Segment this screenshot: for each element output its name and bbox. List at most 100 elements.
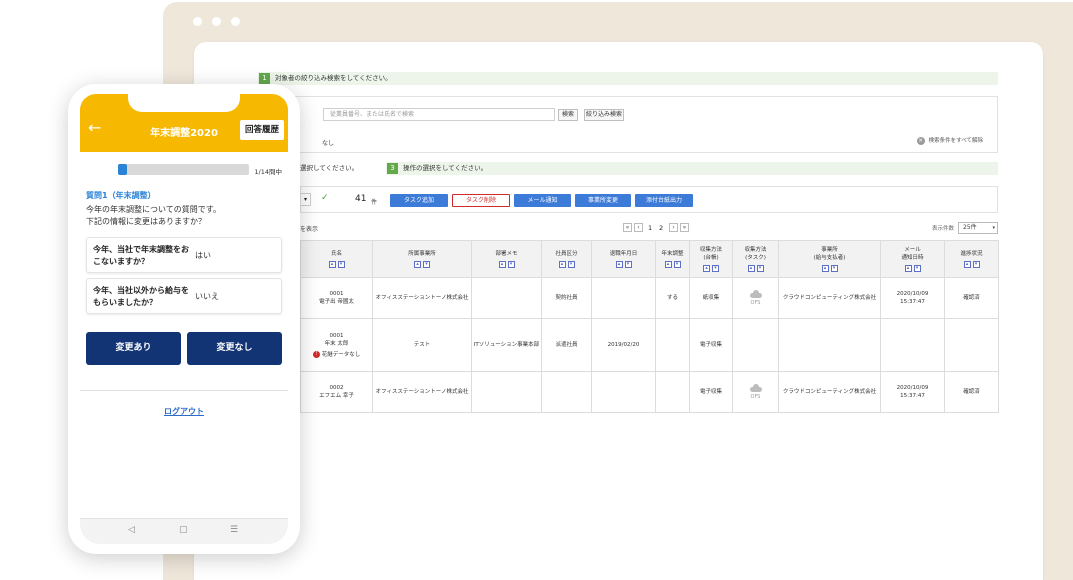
retire-cell — [591, 277, 656, 319]
sort-down-icon[interactable]: ▾ — [337, 261, 345, 268]
clear-conditions-label: 検索条件をすべて解除 — [928, 138, 983, 144]
sort-up-icon[interactable]: ▴ — [904, 265, 912, 272]
question-title: 質問1（年末調整） — [86, 191, 156, 200]
sort-down-icon[interactable]: ▾ — [507, 261, 515, 268]
narrow-search-button[interactable]: 絞り込み検索 — [584, 109, 624, 121]
sort-down-icon[interactable]: ▾ — [423, 261, 430, 268]
sort-up-icon[interactable]: ▴ — [414, 261, 421, 268]
sort-up-icon[interactable]: ▴ — [821, 265, 829, 272]
step-text: 選択してください。 — [300, 164, 359, 172]
change-yes-button[interactable]: 変更あり — [86, 332, 181, 365]
table-row[interactable]: 0001 年末 太郎! 花継データなし テスト ITソリューション事業本部 派遣社員… — [300, 318, 999, 372]
sort-up-icon[interactable]: ▴ — [963, 261, 971, 268]
col-header: 収集方法 (台帳) ▴ ▾ — [689, 240, 733, 278]
payer-cell: クラウドコンピューティング株式会社 — [778, 277, 881, 319]
sort-up-icon[interactable]: ▴ — [498, 261, 506, 268]
dept-cell: ITソリューション事業本部 — [471, 318, 542, 372]
search-panel: 従業員番号、または氏名で検索 検索 絞り込み検索 件： なし ×検索条件をすべて… — [258, 96, 998, 153]
sort-down-icon[interactable]: ▾ — [712, 265, 719, 272]
col-header: 年末調整 ▴ ▾ — [655, 240, 690, 278]
col-header: 事業所 (給与支払者) ▴ ▾ — [778, 240, 881, 278]
sort-down-icon[interactable]: ▾ — [624, 261, 632, 268]
table-row[interactable]: 0002 エフエム 幸子 オフィスステーショントーノ株式会社 電子収集 OFS ク… — [300, 371, 999, 413]
table-header-row: 氏名 ▴ ▾ 所属事業所 ▴ ▾ 部署メモ ▴ ▾ 社員区分 ▴ ▾ 退職年月日 ▴ ▾ 年末調整 ▴… — [300, 240, 999, 278]
question-text: 今年の年末調整についての質問です。 — [86, 205, 221, 214]
sort-down-icon[interactable]: ▾ — [913, 265, 921, 272]
office-cell: テスト — [372, 318, 472, 372]
change-office-button[interactable]: 事業所変更 — [575, 194, 631, 207]
answer-card[interactable]: 今年、当社で年末調整をおこないますか？ はい — [86, 237, 282, 273]
search-input[interactable]: 従業員番号、または氏名で検索 — [323, 108, 555, 121]
sort-up-icon[interactable]: ▴ — [615, 261, 623, 268]
nav-back-icon[interactable]: ◁ — [128, 525, 135, 535]
per-page-select[interactable]: 25件 ▾ — [958, 222, 998, 234]
office-cell: オフィスステーショントーノ株式会社 — [372, 371, 472, 413]
selection-dropdown[interactable]: ▾ — [301, 193, 311, 206]
step-text: 操作の選択をしてください。 — [403, 164, 488, 172]
col-header: 部署メモ ▴ ▾ — [471, 240, 542, 278]
sort-down-icon[interactable]: ▾ — [972, 261, 980, 268]
cloud-icon — [749, 289, 763, 298]
chevron-down-icon: ▾ — [992, 225, 995, 231]
mail-notify-button[interactable]: メール通知 — [514, 194, 571, 207]
result-count-unit: 件 — [371, 199, 378, 206]
retire-cell: 2019/02/20 — [591, 318, 656, 372]
next-page-icon[interactable]: › — [669, 223, 678, 232]
col-header: 進捗状況 ▴ ▾ — [944, 240, 999, 278]
progress-bar — [118, 164, 249, 175]
nav-home-icon[interactable]: ▢ — [179, 525, 188, 535]
sort-down-icon[interactable]: ▾ — [756, 265, 764, 272]
answer-card[interactable]: 今年、当社以外から給与をもらいましたか？ いいえ — [86, 278, 282, 314]
sort-down-icon[interactable]: ▾ — [673, 261, 681, 268]
delete-task-button[interactable]: タスク削除 — [452, 194, 510, 207]
alert-icon: ! — [312, 350, 320, 358]
sort-down-icon[interactable]: ▾ — [567, 261, 575, 268]
yearend-cell — [655, 371, 690, 413]
payer-cell — [778, 318, 881, 372]
retire-cell — [591, 371, 656, 413]
sort-up-icon[interactable]: ▴ — [328, 261, 336, 268]
logout-link[interactable]: ログアウト — [80, 406, 288, 417]
operations-panel: ▾ ✓ 41 件 タスク追加 タスク削除 メール通知 事業所変更 添付台紙出力 — [300, 186, 998, 213]
search-button[interactable]: 検索 — [558, 109, 578, 121]
status-cell — [944, 318, 999, 372]
type-cell: 派遣社員 — [541, 318, 592, 372]
condition-value: なし — [322, 140, 335, 147]
cloud-icon — [749, 383, 763, 392]
col-header: 所属事業所 ▴ ▾ — [372, 240, 472, 278]
method-ledger-cell: 電子収集 — [689, 318, 733, 372]
answer-question: 今年、当社以外から給与をもらいましたか？ — [93, 286, 189, 307]
page-2[interactable]: 2 — [659, 224, 663, 232]
sort-up-icon[interactable]: ▴ — [664, 261, 672, 268]
add-task-button[interactable]: タスク追加 — [390, 194, 448, 207]
phone-mockup: ← 年末調整2020 回答履歴 1/14問中 質問1（年末調整） 今年の年末調整… — [68, 84, 300, 554]
close-icon: × — [916, 136, 925, 145]
payer-cell: クラウドコンピューティング株式会社 — [778, 371, 881, 413]
first-page-icon[interactable]: « — [623, 223, 632, 232]
table-row[interactable]: 0001 電子出 帝國太 オフィスステーショントーノ株式会社 契約社員 する 紙収… — [300, 277, 999, 319]
clear-conditions-link[interactable]: × 検索条件をすべて解除 — [916, 136, 983, 145]
step-1-bar: 1 対象者の絞り込み検索をしてください。 — [258, 72, 998, 85]
change-no-button[interactable]: 変更なし — [187, 332, 282, 365]
method-ledger-cell: 紙収集 — [689, 277, 733, 319]
sort-down-icon[interactable]: ▾ — [830, 265, 838, 272]
progress-text: 1/14問中 — [254, 168, 282, 176]
prev-page-icon[interactable]: ‹ — [634, 223, 643, 232]
sort-up-icon[interactable]: ▴ — [558, 261, 566, 268]
output-attachment-button[interactable]: 添付台紙出力 — [635, 194, 693, 207]
name-cell: 0001 年末 太郎! 花継データなし — [300, 318, 373, 372]
sort-up-icon[interactable]: ▴ — [703, 265, 710, 272]
col-header: 社員区分 ▴ ▾ — [541, 240, 592, 278]
name-cell: 0002 エフエム 幸子 — [300, 371, 373, 413]
window-dot-icon — [212, 17, 221, 26]
page-1[interactable]: 1 — [648, 224, 652, 232]
step-2-bar: 選択してください。 — [300, 162, 370, 175]
last-page-icon[interactable]: » — [680, 223, 689, 232]
app-header: ← 年末調整2020 回答履歴 — [80, 94, 288, 152]
col-header: メール 通知日時 ▴ ▾ — [880, 240, 945, 278]
nav-menu-icon[interactable]: ☰ — [230, 525, 238, 535]
mail-date-cell: 2020/10/09 15:37:47 — [880, 277, 945, 319]
sort-up-icon[interactable]: ▴ — [747, 265, 755, 272]
answer-history-button[interactable]: 回答履歴 — [240, 120, 284, 140]
answer-question: 今年、当社で年末調整をおこないますか？ — [93, 245, 189, 266]
